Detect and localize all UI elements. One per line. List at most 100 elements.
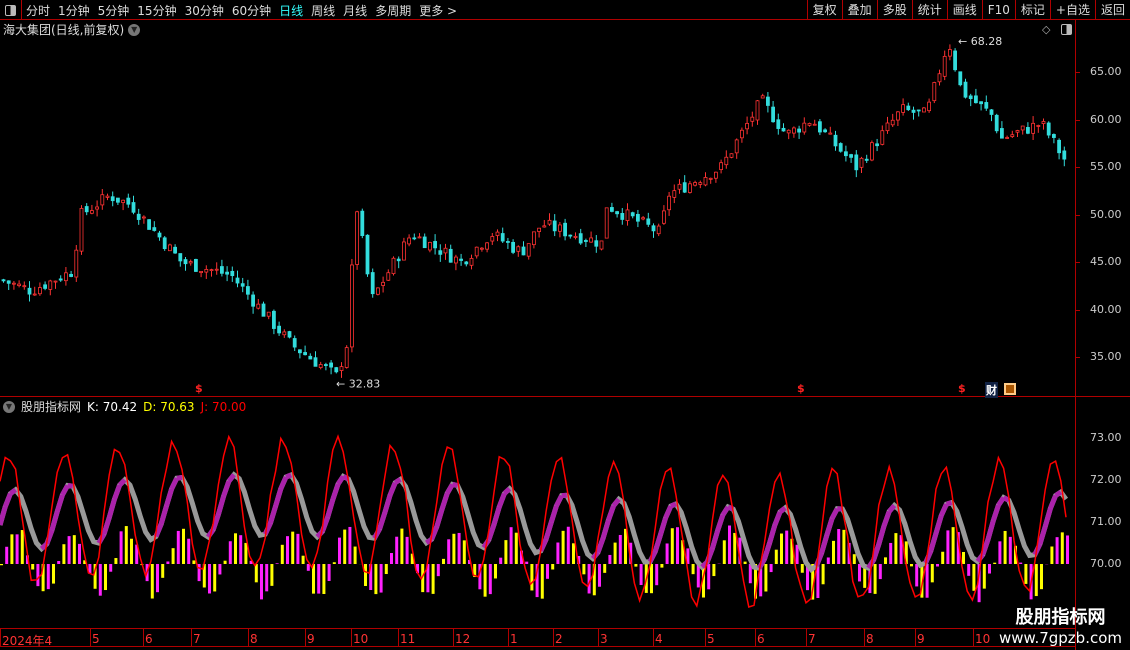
histogram-bar <box>353 546 357 564</box>
month-label: 11 <box>400 632 416 646</box>
d-line-segment <box>491 506 502 526</box>
d-line-segment <box>778 505 787 514</box>
histogram-bar <box>301 555 305 564</box>
candle <box>1005 137 1009 139</box>
candle <box>563 222 567 237</box>
d-line-segment <box>112 484 122 501</box>
period-tab[interactable]: 1分钟 <box>54 2 94 19</box>
candle <box>443 247 448 254</box>
candle <box>511 241 516 253</box>
candle <box>625 209 630 221</box>
candle <box>989 109 994 115</box>
period-tab[interactable]: 5分钟 <box>94 2 134 19</box>
candle <box>729 153 734 158</box>
s-marker[interactable]: $ <box>958 382 966 395</box>
toolbar-action-button[interactable]: 叠加 <box>841 0 877 20</box>
period-tab[interactable]: 周线 <box>307 2 339 19</box>
candle <box>100 194 105 206</box>
sidebar-toggle-button[interactable] <box>0 0 22 20</box>
candle <box>27 287 32 295</box>
histogram-bar <box>436 564 440 577</box>
period-tab[interactable]: 月线 <box>339 2 371 19</box>
candle <box>365 234 370 275</box>
event-marker-icon[interactable] <box>1004 383 1016 395</box>
toolbar-action-button[interactable]: F10 <box>981 0 1015 20</box>
candle <box>1015 130 1020 133</box>
s-marker[interactable]: $ <box>195 382 203 395</box>
histogram-bar <box>124 526 128 564</box>
month-tick <box>0 629 1 646</box>
candle <box>880 130 885 145</box>
indicator-chart[interactable] <box>0 397 1075 627</box>
candle <box>469 257 474 266</box>
d-line-segment <box>1048 494 1058 510</box>
period-tab[interactable]: 多周期 <box>371 2 415 19</box>
toolbar-action-button[interactable]: 统计 <box>911 0 947 20</box>
histogram-bar <box>109 564 113 572</box>
price-chart[interactable]: ← 68.28 ← 32.83 <box>0 20 1075 396</box>
histogram-bar <box>858 564 861 582</box>
candle <box>64 272 68 282</box>
period-tab[interactable]: 60分钟 <box>228 2 275 19</box>
d-line-segment <box>2 492 13 508</box>
d-line-segment <box>876 525 887 545</box>
histogram-bar <box>494 564 497 579</box>
histogram-bar <box>192 560 196 564</box>
candle <box>500 233 505 242</box>
candle <box>219 266 224 274</box>
candle <box>823 129 827 133</box>
histogram-bar <box>187 538 191 564</box>
d-line-segment <box>548 505 559 524</box>
candle <box>1026 127 1030 134</box>
d-line-segment <box>49 511 60 531</box>
period-tab[interactable]: 分时 <box>22 2 54 19</box>
price-tick <box>1075 119 1080 121</box>
toolbar-action-button[interactable]: 标记 <box>1014 0 1050 20</box>
finance-marker[interactable]: 财 <box>985 382 998 398</box>
candle <box>984 102 989 109</box>
d-line-segment <box>451 481 459 489</box>
month-tick <box>351 629 352 646</box>
d-line-segment <box>767 524 778 544</box>
s-marker[interactable]: $ <box>797 382 805 395</box>
month-label: 8 <box>866 632 874 646</box>
candle <box>896 111 900 121</box>
d-line-segment <box>990 504 1001 522</box>
toolbar-action-button[interactable]: 多股 <box>876 0 912 20</box>
candle <box>43 284 47 289</box>
histogram-bar <box>1034 564 1038 597</box>
d-line-segment <box>985 520 996 541</box>
toolbar-action-button[interactable]: 复权 <box>806 0 842 20</box>
price-axis-label: 60.00 <box>1090 112 1122 126</box>
month-label: 7 <box>193 632 201 646</box>
toolbar-action-button[interactable]: +自选 <box>1049 0 1095 20</box>
candle <box>802 122 807 133</box>
candle <box>594 240 599 247</box>
histogram-bar <box>624 528 627 564</box>
month-tick <box>653 629 654 646</box>
period-tab[interactable]: 30分钟 <box>181 2 228 19</box>
candle <box>339 366 344 371</box>
month-label: 8 <box>250 632 258 646</box>
price-tick <box>1075 262 1080 263</box>
candle <box>505 241 510 243</box>
d-line-segment <box>881 510 892 527</box>
histogram-bar <box>483 564 487 597</box>
candle <box>771 106 775 123</box>
toolbar-action-button[interactable]: 返回 <box>1094 0 1130 20</box>
histogram-bar <box>650 564 653 594</box>
period-tab[interactable]: 15分钟 <box>133 2 180 19</box>
candle <box>381 281 386 286</box>
histogram-bar <box>967 564 971 576</box>
period-tab[interactable]: 日线 <box>275 2 307 19</box>
candle <box>105 195 110 198</box>
candle <box>994 114 999 132</box>
candle <box>979 101 983 105</box>
histogram-bar <box>384 564 388 575</box>
histogram-bar <box>821 564 825 585</box>
histogram-bar <box>275 563 279 564</box>
candle <box>636 213 640 222</box>
toolbar-action-button[interactable]: 画线 <box>946 0 982 20</box>
histogram-bar <box>946 530 950 564</box>
period-tab[interactable]: 更多 > <box>415 2 461 19</box>
